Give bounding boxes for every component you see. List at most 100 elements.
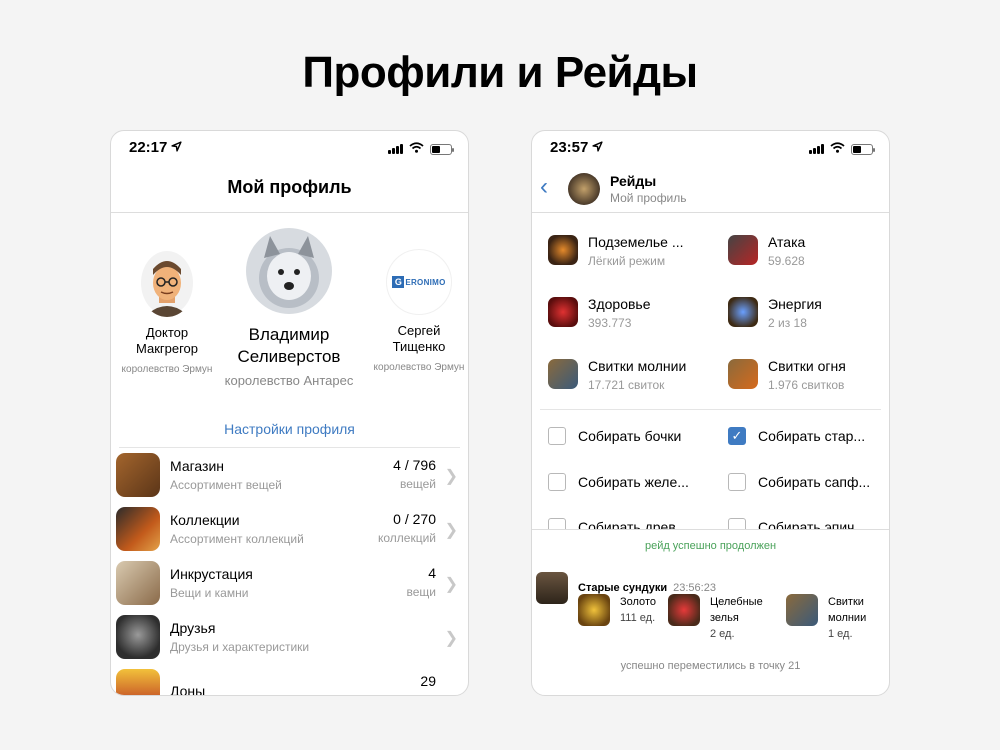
- checkbox-checked[interactable]: ✓: [728, 427, 746, 445]
- stat-dungeon[interactable]: Подземелье ... Лёгкий режим: [548, 233, 684, 269]
- avatar: G ERONIMO: [386, 249, 452, 315]
- nav-bar: ‹ Рейды Мой профиль: [532, 167, 889, 213]
- chevron-right-icon: ❯: [444, 630, 458, 647]
- helmet-icon: [116, 615, 160, 659]
- menu-item-unit: вещей: [399, 477, 436, 491]
- nav-title: Мой профиль: [111, 167, 468, 213]
- stat-title: Свитки огня: [768, 358, 846, 374]
- checkbox[interactable]: [548, 473, 566, 491]
- checkbox[interactable]: [548, 427, 566, 445]
- menu-item-count: 0 / 270: [393, 511, 436, 527]
- friends-carousel[interactable]: Доктор Макгрегор королевство Эрмун Влади…: [111, 213, 468, 413]
- crossed-swords-icon: [728, 235, 758, 265]
- friend-kingdom: королевство Эрмун: [121, 364, 213, 375]
- checkbox-label: Собирать желе...: [578, 474, 689, 490]
- menu-list: Магазин Ассортимент вещей 4 / 796 вещей ❯ …: [111, 448, 468, 695]
- checkbox[interactable]: [728, 518, 746, 529]
- chevron-right-icon: ❯: [444, 468, 458, 485]
- checkbox-old-chests[interactable]: ✓ Собирать стар...: [728, 427, 865, 445]
- menu-item-shop[interactable]: Магазин Ассортимент вещей 4 / 796 вещей ❯: [111, 448, 468, 502]
- profile-settings-link[interactable]: Настройки профиля: [111, 421, 468, 447]
- friend-kingdom: королевство Эрмун: [373, 362, 465, 373]
- dungeon-icon: [548, 235, 578, 265]
- checkbox-label: Собирать бочки: [578, 428, 682, 444]
- heart-icon: [548, 297, 578, 327]
- checkbox-sapphire[interactable]: Собирать сапф...: [728, 473, 870, 491]
- menu-item-count: 4: [428, 565, 436, 581]
- stat-value: 59.628: [768, 254, 805, 268]
- loot-name: Целебные зелья: [710, 596, 763, 624]
- checkbox-iron[interactable]: Собирать желе...: [548, 473, 689, 491]
- battery-icon: [430, 143, 454, 155]
- checkbox[interactable]: [728, 473, 746, 491]
- checkbox-label: Собирать эпич...: [758, 519, 867, 529]
- checkbox-barrels[interactable]: Собирать бочки: [548, 427, 681, 445]
- shop-icon: [116, 453, 160, 497]
- collections-icon: [116, 507, 160, 551]
- page-title: Профили и Рейды: [302, 48, 698, 97]
- clock-text: 22:17: [129, 139, 168, 156]
- checkbox-label: Собирать сапф...: [758, 474, 871, 490]
- log-title: Старые сундуки: [578, 582, 668, 594]
- location-arrow-icon: [592, 139, 603, 156]
- avatar: [246, 228, 332, 314]
- status-bar: 22:17: [111, 131, 468, 167]
- checkbox-epic[interactable]: Собирать эпич...: [728, 518, 866, 529]
- inlay-icon: [116, 561, 160, 605]
- clock-text: 23:57: [550, 139, 589, 156]
- potion-icon: [728, 297, 758, 327]
- checkbox-label: Собирать древ...: [578, 519, 688, 529]
- menu-item-count: 29: [420, 673, 436, 689]
- menu-item-collections[interactable]: Коллекции Ассортимент коллекций 0 / 270 ко…: [111, 502, 468, 556]
- menu-item-unit: вещи: [406, 585, 437, 599]
- menu-item-subtitle: Друзья и характеристики: [170, 640, 310, 654]
- friend-name: Доктор Макгрегор: [135, 325, 198, 356]
- friend-name: Владимир Селиверстов: [237, 325, 341, 366]
- menu-item-unit: коллекций: [377, 531, 436, 545]
- stat-title: Энергия: [768, 296, 822, 312]
- health-potion-icon: [668, 594, 700, 626]
- stat-energy: Энергия 2 из 18: [728, 295, 822, 331]
- wifi-icon: [409, 140, 424, 158]
- stat-fire-scrolls: Свитки огня 1.976 свитков: [728, 357, 846, 393]
- nav-title: Рейды: [610, 173, 657, 189]
- success-message: рейд успешно продолжен: [644, 540, 777, 552]
- avatar: [139, 249, 195, 317]
- back-chevron-icon[interactable]: ‹: [540, 173, 548, 201]
- checkbox-ancient[interactable]: Собирать древ...: [548, 518, 687, 529]
- cellular-signal-icon: [809, 144, 824, 154]
- stat-value: 1.976 свитков: [768, 378, 845, 392]
- checkbox-label: Собирать стар...: [758, 428, 866, 444]
- stat-value: 393.773: [588, 316, 632, 330]
- battery-icon: [851, 143, 875, 155]
- cellular-signal-icon: [388, 144, 403, 154]
- stat-title: Здоровье: [588, 296, 651, 312]
- stat-value: 2 из 18: [768, 316, 807, 330]
- checkbox[interactable]: [548, 518, 566, 529]
- loot-name: Золото: [620, 596, 656, 608]
- geronimo-logo: G ERONIMO: [392, 276, 445, 288]
- stat-title: Подземелье ...: [588, 234, 684, 250]
- lightning-scroll-icon: [548, 359, 578, 389]
- friend-card-makgregor[interactable]: Доктор Макгрегор королевство Эрмун: [121, 249, 213, 376]
- status-time: 23:57: [550, 139, 603, 156]
- nav-subtitle: Мой профиль: [610, 191, 687, 205]
- friend-card-tishenko[interactable]: G ERONIMO Сергей Тищенко королевство Эрм…: [373, 249, 465, 374]
- lightning-scroll-icon: [786, 594, 818, 626]
- profile-screen: 22:17 Мой профиль Доктор Макгрегор корол…: [110, 130, 469, 696]
- raid-avatar: [568, 173, 600, 205]
- collect-options: Собирать бочки ✓ Собирать стар... Собира…: [540, 409, 881, 529]
- menu-item-dons[interactable]: Доны 29: [111, 664, 468, 695]
- friend-card-current-user[interactable]: Владимир Селиверстов королевство Антарес: [223, 228, 355, 390]
- stat-value: 17.721 свиток: [588, 378, 665, 392]
- raids-screen: 23:57 ‹ Рейды Мой профиль Подземелье ...…: [531, 130, 890, 696]
- stat-value: Лёгкий режим: [588, 254, 666, 268]
- moved-message: успешно переместились в точку 21: [620, 660, 801, 672]
- loot-name: Свитки молнии: [828, 596, 867, 624]
- loot-item-potions: Целебные зелья 2 ед.: [668, 594, 774, 642]
- friend-kingdom: королевство Антарес: [224, 373, 354, 388]
- loot-item-scrolls: Свитки молнии 1 ед.: [786, 594, 878, 642]
- menu-item-inlay[interactable]: Инкрустация Вещи и камни 4 вещи ❯: [111, 556, 468, 610]
- menu-item-friends[interactable]: Друзья Друзья и характеристики ❯: [111, 610, 468, 664]
- log-time: 23:56:23: [673, 582, 716, 594]
